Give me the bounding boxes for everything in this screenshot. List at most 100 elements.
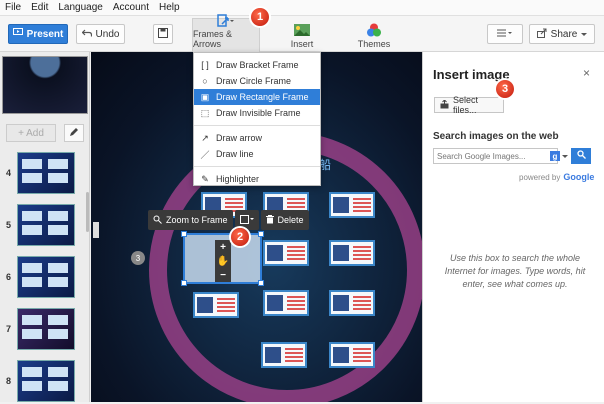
slide-number: 4 — [6, 168, 12, 178]
slide-number: 5 — [6, 220, 12, 230]
content-frame[interactable] — [193, 292, 239, 318]
insert-image-panel: Insert image × Select files... Search im… — [422, 52, 604, 402]
zoom-to-frame-button[interactable]: Zoom to Frame — [148, 210, 233, 230]
themes-label: Themes — [357, 39, 391, 49]
menu-account[interactable]: Account — [113, 2, 149, 13]
content-frame[interactable] — [329, 342, 375, 368]
select-files-label: Select files... — [453, 95, 479, 115]
pencil-icon — [69, 127, 79, 140]
resize-handle[interactable] — [181, 231, 187, 237]
menu-item-label: Draw Circle Frame — [216, 76, 292, 86]
search-engine-dropdown[interactable]: g — [548, 149, 570, 163]
menu-item-invisible-frame[interactable]: ⬚ Draw Invisible Frame — [194, 105, 320, 121]
undo-icon — [81, 29, 92, 40]
insert-image-icon — [293, 22, 311, 38]
slide-thumbnail — [17, 256, 75, 298]
path-step-number[interactable]: 3 — [131, 251, 145, 265]
overview-thumbnail[interactable] — [2, 56, 88, 114]
content-frame[interactable] — [263, 290, 309, 316]
sidebar-collapse-handle[interactable] — [93, 222, 99, 238]
delete-label: Delete — [277, 215, 304, 225]
content-frame[interactable] — [261, 342, 307, 368]
frame-style-button[interactable] — [234, 210, 259, 230]
save-icon — [158, 27, 168, 41]
content-frame[interactable] — [329, 240, 375, 266]
frames-arrows-menu: [ ] Draw Bracket Frame ○ Draw Circle Fra… — [193, 52, 321, 186]
menu-item-label: Draw Bracket Frame — [216, 60, 299, 70]
google-logo: Google — [563, 172, 595, 182]
themes-tool[interactable]: Themes — [352, 18, 396, 52]
hand-icon[interactable]: ✋ — [217, 256, 229, 267]
frames-arrows-label: Frames & Arrows — [193, 29, 233, 49]
present-icon — [12, 28, 23, 40]
menu-item-label: Draw Rectangle Frame — [216, 92, 309, 102]
insert-label: Insert — [290, 39, 314, 49]
search-heading: Search images on the web — [433, 131, 559, 142]
menu-file[interactable]: File — [5, 2, 21, 13]
resize-handle[interactable] — [258, 280, 264, 286]
share-icon — [536, 28, 547, 41]
share-label: Share — [550, 28, 578, 40]
menu-divider — [194, 166, 320, 167]
select-files-button[interactable]: Select files... — [434, 95, 504, 115]
slide-item[interactable]: 4 — [0, 150, 86, 196]
menu-help[interactable]: Help — [159, 2, 180, 13]
frames-arrows-icon — [217, 14, 235, 28]
present-button[interactable]: Present — [8, 24, 68, 44]
frame-toolbar: Zoom to Frame Delete — [148, 210, 309, 230]
arrow-icon: ↗ — [201, 132, 209, 143]
menu-item-circle-frame[interactable]: ○ Draw Circle Frame — [194, 73, 320, 89]
menu-item-line[interactable]: ／ Draw line — [194, 146, 320, 162]
powered-by: powered by Google — [519, 172, 594, 182]
menu-item-label: Highlighter — [216, 174, 260, 184]
slide-thumbnail — [17, 360, 75, 402]
menu-item-bracket-frame[interactable]: [ ] Draw Bracket Frame — [194, 57, 320, 73]
content-frame[interactable] — [329, 192, 375, 218]
slide-item[interactable]: 7 — [0, 306, 86, 352]
plus-icon[interactable]: + — [220, 242, 226, 253]
resize-handle[interactable] — [181, 280, 187, 286]
frame-style-icon — [239, 214, 254, 226]
edit-path-button[interactable] — [64, 124, 84, 142]
menu-item-arrow[interactable]: ↗ Draw arrow — [194, 130, 320, 146]
insert-tool[interactable]: Insert — [280, 18, 324, 52]
add-slide-button[interactable]: + Add — [6, 124, 56, 142]
minus-icon[interactable]: − — [220, 270, 226, 281]
menu-item-label: Draw arrow — [216, 133, 263, 143]
save-button[interactable] — [153, 24, 173, 44]
frames-arrows-tool[interactable]: Frames & Arrows — [192, 14, 260, 52]
undo-button[interactable]: Undo — [76, 24, 125, 44]
image-search-input[interactable] — [433, 148, 558, 164]
hamburger-icon — [497, 29, 513, 40]
content-frame[interactable] — [329, 290, 375, 316]
menu-item-rectangle-frame[interactable]: ▣ Draw Rectangle Frame — [194, 89, 320, 105]
close-icon[interactable]: × — [583, 66, 590, 80]
slide-thumbnail — [17, 204, 75, 246]
present-label: Present — [26, 28, 64, 40]
slide-item[interactable]: 8 — [0, 358, 86, 404]
zoom-to-frame-label: Zoom to Frame — [166, 215, 228, 225]
rectangle-frame-icon: ▣ — [200, 91, 210, 102]
share-button[interactable]: Share — [529, 24, 595, 44]
menu-language[interactable]: Language — [58, 2, 103, 13]
slide-item[interactable]: 5 — [0, 202, 86, 248]
frame-transform-control[interactable]: + ✋ − — [215, 240, 231, 282]
view-menu-button[interactable] — [487, 24, 523, 44]
sidebar-scrollbar[interactable] — [86, 192, 89, 232]
line-icon: ／ — [200, 149, 210, 160]
resize-handle[interactable] — [258, 231, 264, 237]
help-text: Use this box to search the whole Interne… — [444, 253, 586, 289]
powered-by-label: powered by — [519, 172, 561, 182]
slide-number: 7 — [6, 324, 12, 334]
slide-item[interactable]: 6 — [0, 254, 86, 300]
search-button[interactable] — [571, 148, 591, 164]
circle-frame-icon: ○ — [202, 76, 208, 86]
annotation-badge-2: 2 — [231, 228, 249, 246]
delete-button[interactable]: Delete — [260, 210, 309, 230]
highlighter-icon: ✎ — [201, 173, 209, 184]
menu-edit[interactable]: Edit — [31, 2, 48, 13]
menu-item-highlighter[interactable]: ✎ Highlighter — [194, 171, 320, 187]
toolbar: Present Undo Frames & Arrows Insert Them… — [0, 14, 604, 52]
content-frame[interactable] — [263, 240, 309, 266]
annotation-badge-3: 3 — [496, 80, 514, 98]
